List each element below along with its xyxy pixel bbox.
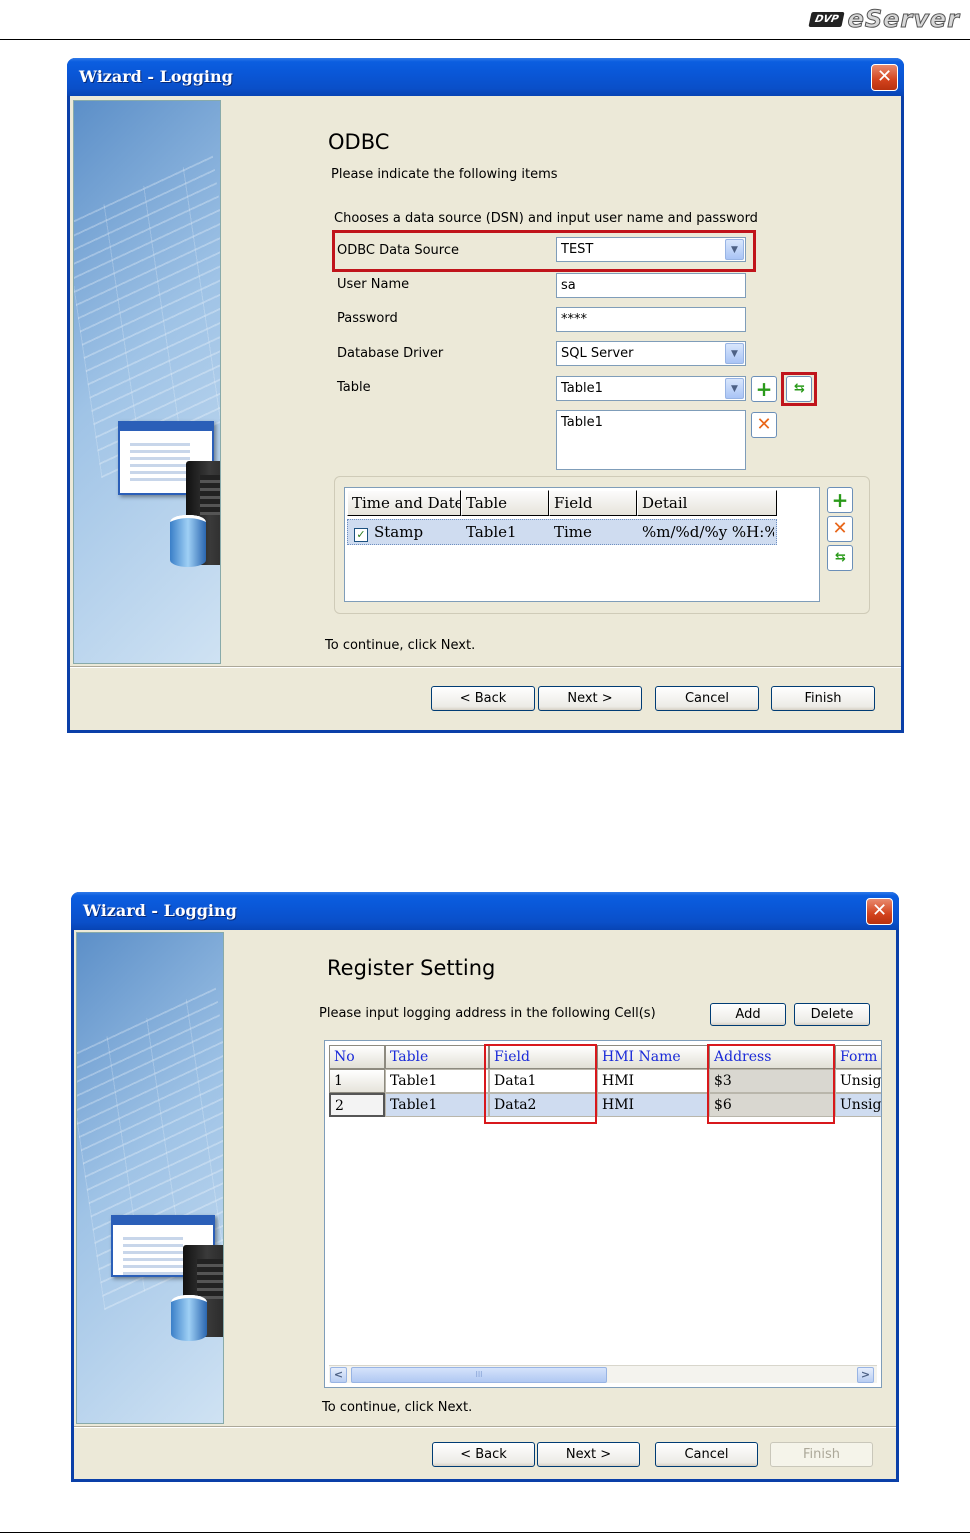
table-select[interactable]: Table1 ▼ <box>556 376 746 401</box>
footer-divider <box>74 1426 896 1427</box>
scroll-right-icon[interactable]: > <box>857 1367 874 1383</box>
wizard-side-image <box>76 932 224 1424</box>
scroll-left-icon[interactable]: < <box>330 1367 347 1383</box>
page-header: DVP eServer <box>0 0 970 40</box>
database-driver-select[interactable]: SQL Server ▼ <box>556 341 746 366</box>
subtitle: Please indicate the following items <box>331 167 558 182</box>
user-name-label: User Name <box>337 277 410 292</box>
table-select-value: Table1 <box>561 381 603 396</box>
password-label: Password <box>337 311 398 326</box>
odbc-data-source-value: TEST <box>561 242 594 257</box>
col-header-format[interactable]: Form <box>835 1045 881 1069</box>
cancel-button[interactable]: Cancel <box>655 1442 758 1467</box>
col-header-time-and-date[interactable]: Time and Date <box>347 490 461 516</box>
delete-entry-icon[interactable]: ✕ <box>827 516 853 542</box>
cell-detail: %m/%d/%y %H:%M <box>642 523 774 541</box>
page-heading: ODBC <box>328 130 390 154</box>
page-footer-rule <box>0 1532 970 1533</box>
col-header-hmi-name[interactable]: HMI Name <box>597 1045 709 1069</box>
col-header-field[interactable]: Field <box>549 490 637 516</box>
odbc-data-source-select[interactable]: TEST ▼ <box>556 237 746 262</box>
chevron-down-icon[interactable]: ▼ <box>725 239 744 260</box>
cancel-button[interactable]: Cancel <box>655 686 759 711</box>
brand-badge: DVP <box>808 11 846 27</box>
col-header-detail[interactable]: Detail <box>637 490 777 516</box>
continue-hint: To continue, click Next. <box>322 1400 473 1415</box>
window-title: Wizard - Logging <box>83 901 237 920</box>
next-button[interactable]: Next > <box>538 686 642 711</box>
finish-button[interactable]: Finish <box>770 1442 873 1467</box>
instruction-text: Chooses a data source (DSN) and input us… <box>334 211 758 226</box>
back-button[interactable]: < Back <box>432 1442 535 1467</box>
cell-field: Time <box>554 523 592 541</box>
delete-table-icon[interactable]: ✕ <box>751 412 777 438</box>
row-number[interactable]: 1 <box>329 1069 385 1093</box>
col-header-table[interactable]: Table <box>461 490 549 516</box>
row-number[interactable]: 2 <box>329 1093 385 1117</box>
chevron-down-icon[interactable]: ▼ <box>725 378 744 399</box>
cell-stamp-text: Stamp <box>374 523 424 541</box>
continue-hint: To continue, click Next. <box>325 638 476 653</box>
odbc-data-source-label: ODBC Data Source <box>337 243 459 258</box>
back-button[interactable]: < Back <box>431 686 535 711</box>
close-icon[interactable]: ✕ <box>871 64 898 91</box>
database-icon <box>171 1295 207 1341</box>
cell-format[interactable]: Unsig <box>835 1069 881 1093</box>
chevron-down-icon[interactable]: ▼ <box>725 343 744 364</box>
footer-divider <box>70 666 901 667</box>
cell-hmi-name[interactable]: HMI <box>597 1093 709 1117</box>
add-button[interactable]: Add <box>710 1003 786 1026</box>
col-header-table[interactable]: Table <box>385 1045 489 1069</box>
cell-format[interactable]: Unsig <box>835 1093 881 1117</box>
user-name-input[interactable]: sa <box>556 273 746 298</box>
table-row[interactable]: ✓ Stamp Table1 Time %m/%d/%y %H:%M <box>347 519 777 545</box>
col-header-no[interactable]: No <box>329 1045 385 1069</box>
stamp-checkbox[interactable]: ✓ <box>354 528 368 542</box>
next-button[interactable]: Next > <box>537 1442 640 1467</box>
field-column-highlight <box>484 1044 597 1124</box>
close-icon[interactable]: ✕ <box>866 898 893 925</box>
database-driver-label: Database Driver <box>337 346 444 361</box>
address-column-highlight <box>707 1044 835 1124</box>
instruction-text: Please input logging address in the foll… <box>319 1006 656 1021</box>
database-icon <box>170 515 206 567</box>
horizontal-scrollbar[interactable]: < III > <box>329 1365 877 1383</box>
time-date-grid: Time and Date Table Field Detail ✓ Stamp … <box>344 487 820 602</box>
scroll-thumb[interactable]: III <box>351 1367 607 1383</box>
password-input[interactable]: **** <box>556 307 746 332</box>
cell-table[interactable]: Table1 <box>385 1069 489 1093</box>
cell-table[interactable]: Table1 <box>385 1093 489 1117</box>
table-list-item[interactable]: Table1 <box>561 415 603 430</box>
table-label: Table <box>337 380 371 395</box>
add-entry-icon[interactable]: + <box>827 487 853 513</box>
refresh-entry-icon[interactable]: ⇆ <box>827 545 853 571</box>
brand-logo: DVP eServer <box>808 4 960 34</box>
title-bar[interactable]: Wizard - Logging ✕ <box>67 58 904 96</box>
title-bar[interactable]: Wizard - Logging ✕ <box>71 892 899 930</box>
cell-time-and-date: ✓ Stamp <box>350 520 460 544</box>
add-table-icon[interactable]: + <box>751 376 777 402</box>
cell-table: Table1 <box>466 523 517 541</box>
wizard-side-image <box>73 100 221 664</box>
refresh-table-icon[interactable]: ⇆ <box>786 376 812 402</box>
delete-button[interactable]: Delete <box>794 1003 870 1026</box>
table-list[interactable]: Table1 <box>556 410 746 470</box>
register-wizard-dialog: Wizard - Logging ✕ Register Setting Plea… <box>71 892 899 1482</box>
brand-text: eServer <box>847 5 960 34</box>
cell-hmi-name[interactable]: HMI <box>597 1069 709 1093</box>
window-title: Wizard - Logging <box>79 67 233 86</box>
database-driver-value: SQL Server <box>561 346 634 361</box>
odbc-wizard-dialog: Wizard - Logging ✕ ODBC Please indicate … <box>67 58 904 733</box>
finish-button[interactable]: Finish <box>771 686 875 711</box>
page-heading: Register Setting <box>327 956 496 980</box>
